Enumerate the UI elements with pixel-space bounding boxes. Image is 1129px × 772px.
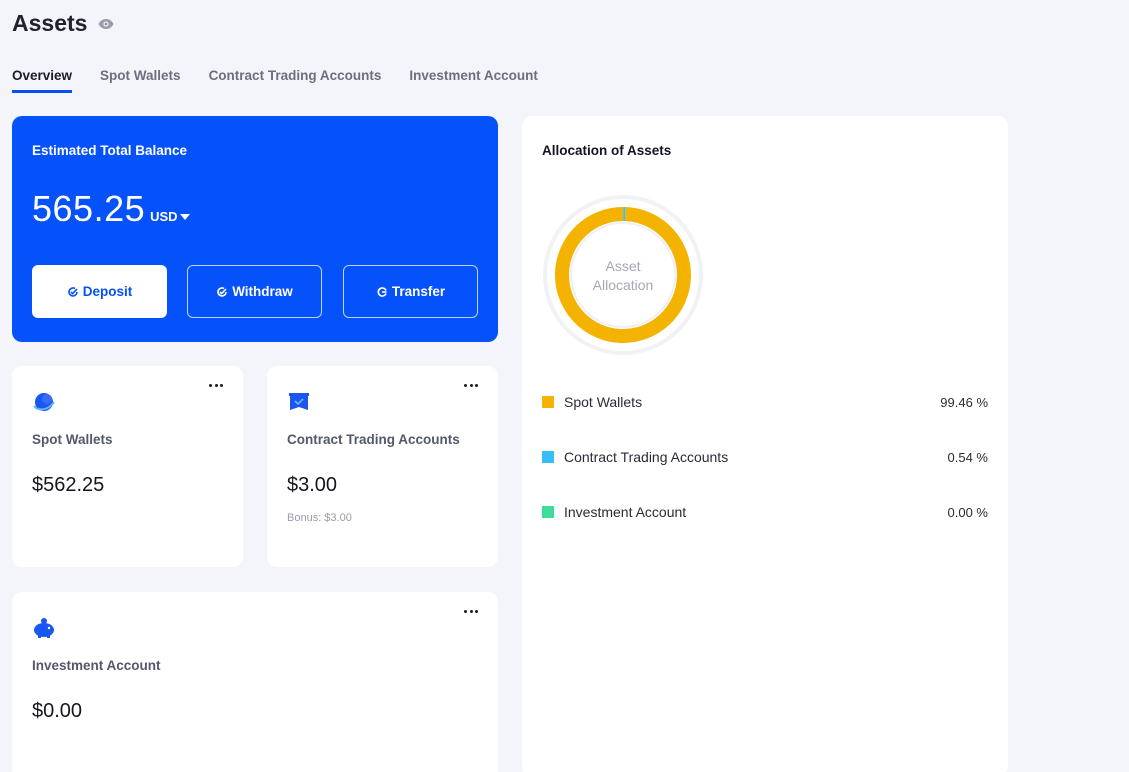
legend-percent: 0.54 % bbox=[947, 449, 988, 465]
spot-wallets-label: Spot Wallets bbox=[32, 432, 113, 447]
chart-folder-icon bbox=[287, 390, 311, 414]
legend-item-contract-trading: Contract Trading Accounts 0.54 % bbox=[542, 449, 988, 465]
allocation-card: Allocation of Assets Asset Allocation Sp… bbox=[522, 116, 1008, 772]
more-options-icon[interactable] bbox=[464, 610, 478, 620]
allocation-title: Allocation of Assets bbox=[542, 143, 672, 158]
legend-item-spot-wallets: Spot Wallets 99.46 % bbox=[542, 394, 988, 410]
legend-name: Investment Account bbox=[564, 504, 687, 520]
investment-account-amount: $0.00 bbox=[32, 700, 83, 722]
spot-wallets-amount: $562.25 bbox=[32, 474, 105, 496]
transfer-icon bbox=[377, 286, 387, 297]
legend-percent: 99.46 % bbox=[940, 394, 988, 410]
tab-overview[interactable]: Overview bbox=[12, 68, 73, 93]
legend-percent: 0.00 % bbox=[947, 504, 988, 520]
caret-down-icon bbox=[179, 213, 190, 220]
contract-trading-amount: $3.00 bbox=[287, 474, 338, 496]
transfer-button[interactable]: Transfer bbox=[343, 265, 478, 318]
deposit-label: Deposit bbox=[82, 284, 133, 299]
contract-trading-card[interactable]: Contract Trading Accounts $3.00 Bonus: $… bbox=[267, 366, 498, 567]
donut-center-line-2: Allocation bbox=[592, 277, 654, 293]
page-header: Assets bbox=[12, 10, 114, 37]
deposit-button[interactable]: Deposit bbox=[32, 265, 167, 318]
spot-wallets-card[interactable]: Spot Wallets $562.25 bbox=[12, 366, 243, 567]
balance-label: Estimated Total Balance bbox=[32, 143, 188, 158]
balance-value: 565.25 bbox=[32, 188, 146, 229]
contract-trading-label: Contract Trading Accounts bbox=[287, 432, 460, 447]
legend-name: Spot Wallets bbox=[564, 394, 643, 410]
withdraw-label: Withdraw bbox=[232, 284, 293, 299]
more-options-icon[interactable] bbox=[209, 384, 223, 394]
legend-item-investment-account: Investment Account 0.00 % bbox=[542, 504, 988, 520]
legend-swatch bbox=[542, 506, 554, 518]
withdraw-button[interactable]: Withdraw bbox=[187, 265, 322, 318]
planet-icon bbox=[32, 390, 56, 414]
tab-spot-wallets[interactable]: Spot Wallets bbox=[100, 68, 181, 93]
assets-page: Assets Overview Spot Wallets Contract Tr… bbox=[0, 0, 1129, 772]
eye-icon[interactable] bbox=[98, 18, 114, 30]
currency-selector[interactable]: USD bbox=[150, 209, 190, 224]
donut-center-label: Asset Allocation bbox=[578, 257, 668, 295]
total-balance-card: Estimated Total Balance 565.25 USD Depos… bbox=[12, 116, 498, 342]
tab-investment-account[interactable]: Investment Account bbox=[409, 68, 538, 93]
withdraw-icon bbox=[217, 286, 227, 297]
donut-center-line-1: Asset bbox=[605, 258, 641, 274]
currency-label: USD bbox=[150, 209, 178, 224]
piggy-bank-icon bbox=[32, 616, 56, 640]
legend-swatch bbox=[542, 451, 554, 463]
legend-name: Contract Trading Accounts bbox=[564, 449, 729, 465]
balance-row: 565.25 USD bbox=[32, 188, 190, 230]
tab-contract-trading-accounts[interactable]: Contract Trading Accounts bbox=[209, 68, 382, 93]
page-title: Assets bbox=[12, 10, 88, 36]
investment-account-card[interactable]: Investment Account $0.00 bbox=[12, 592, 498, 772]
deposit-icon bbox=[67, 286, 78, 297]
tab-bar: Overview Spot Wallets Contract Trading A… bbox=[12, 68, 566, 93]
transfer-label: Transfer bbox=[391, 284, 446, 299]
legend-swatch bbox=[542, 396, 554, 408]
more-options-icon[interactable] bbox=[464, 384, 478, 394]
contract-trading-bonus: Bonus: $3.00 bbox=[287, 512, 352, 524]
investment-account-label: Investment Account bbox=[32, 658, 161, 673]
